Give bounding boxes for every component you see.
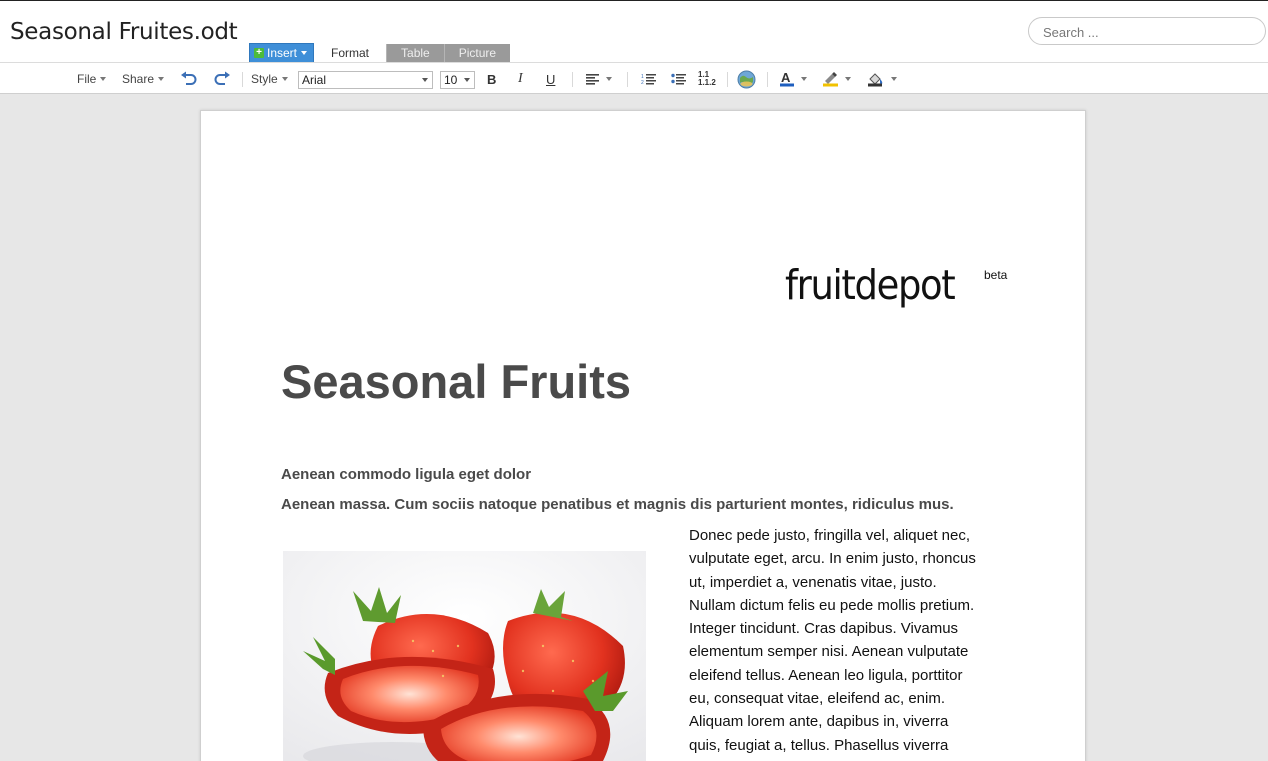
body-line: Integer tincidunt. Cras dapibus. Vivamus	[689, 620, 959, 638]
insert-link-icon	[737, 70, 756, 88]
tab-insert-label: Insert	[267, 45, 298, 60]
style-menu[interactable]: Style	[251, 63, 288, 95]
numbered-list-icon: 1 2	[641, 74, 656, 85]
document-heading: Seasonal Fruits	[281, 355, 631, 408]
chevron-down-icon	[301, 51, 308, 55]
chevron-down-icon	[422, 78, 428, 82]
body-line: Donec pede justo, fringilla vel, aliquet…	[689, 527, 971, 544]
svg-text:2: 2	[641, 80, 644, 85]
redo-button[interactable]	[213, 63, 231, 95]
document-workspace: fruitdepot beta Seasonal Fruits Aenean c…	[0, 94, 1268, 761]
align-menu[interactable]	[586, 63, 612, 95]
background-fill-icon	[868, 73, 883, 87]
align-left-icon	[586, 73, 599, 85]
format-toolbar: File Share Style Arial 10 B I U 1 2 1.1 …	[0, 62, 1268, 94]
body-line: quis, feugiat a, tellus. Phasellus viver…	[689, 736, 949, 754]
strawberries-image[interactable]	[283, 551, 646, 761]
chevron-down-icon	[464, 78, 470, 82]
chevron-down-icon	[801, 77, 807, 81]
plus-icon: +	[254, 48, 264, 58]
outline-numbering-button[interactable]: 1.1 1.1.2	[698, 63, 716, 95]
highlight-color-icon	[823, 72, 838, 87]
tab-table[interactable]: Table	[386, 44, 444, 63]
undo-button[interactable]	[180, 63, 198, 95]
document-page[interactable]: fruitdepot beta Seasonal Fruits Aenean c…	[200, 110, 1086, 761]
ribbon-tabs: + Insert Format Table Picture	[249, 43, 511, 65]
style-menu-label: Style	[251, 72, 278, 86]
subheading-1: Aenean commodo ligula eget dolor	[281, 466, 532, 483]
body-line: elementum semper nisi. Aenean vulputate	[689, 643, 969, 661]
bullet-list-button[interactable]	[671, 63, 686, 95]
share-menu[interactable]: Share	[122, 63, 165, 95]
chevron-down-icon	[158, 77, 165, 81]
tab-picture[interactable]: Picture	[443, 44, 511, 63]
bullet-list-icon	[671, 73, 686, 85]
title-bar: Seasonal Fruites.odt + Insert Format Tab…	[0, 0, 1268, 65]
share-menu-label: Share	[122, 72, 155, 86]
font-color-button[interactable]: A	[779, 63, 807, 95]
font-color-icon: A	[780, 71, 794, 87]
body-line: Nullam dictum felis eu pede mollis preti…	[689, 596, 975, 614]
bold-button[interactable]: B	[487, 63, 496, 95]
company-logo: fruitdepot	[785, 261, 956, 309]
redo-icon	[214, 71, 230, 85]
chevron-down-icon	[606, 77, 612, 81]
insert-link-button[interactable]	[737, 63, 756, 95]
toolbar-divider	[572, 72, 573, 87]
subheading-2: Aenean massa. Cum sociis natoque penatib…	[281, 496, 954, 513]
toolbar-divider	[767, 72, 768, 87]
undo-icon	[181, 71, 197, 85]
chevron-down-icon	[281, 77, 288, 81]
outline-numbering-icon: 1.1 1.1.2	[698, 70, 716, 87]
underline-button[interactable]: U	[546, 63, 555, 95]
toolbar-divider	[727, 72, 728, 87]
font-size-select[interactable]: 10	[440, 71, 475, 89]
strawberries-illustration	[283, 551, 646, 761]
search-input[interactable]	[1043, 23, 1253, 41]
toolbar-divider	[242, 72, 243, 87]
font-family-select[interactable]: Arial	[298, 71, 433, 89]
highlight-color-button[interactable]	[822, 63, 851, 95]
chevron-down-icon	[100, 77, 107, 81]
body-line: eu, consequat vitae, eleifend ac, enim.	[689, 690, 945, 708]
chevron-down-icon	[891, 77, 897, 81]
numbered-list-button[interactable]: 1 2	[641, 63, 656, 95]
document-title[interactable]: Seasonal Fruites.odt	[10, 19, 238, 45]
body-line: vulputate eget, arcu. In enim justo, rho…	[689, 550, 976, 568]
toolbar-divider	[627, 72, 628, 87]
font-size-value: 10	[444, 73, 458, 87]
chevron-down-icon	[845, 77, 851, 81]
italic-button[interactable]: I	[518, 63, 523, 95]
tab-insert[interactable]: + Insert	[249, 43, 315, 63]
body-line: ut, imperdiet a, venenatis vitae, justo.	[689, 573, 937, 591]
file-menu[interactable]: File	[77, 63, 107, 95]
body-line: eleifend tellus. Aenean leo ligula, port…	[689, 666, 963, 684]
body-line: Aliquam lorem ante, dapibus in, viverra	[689, 713, 949, 731]
logo-superscript: beta	[984, 268, 1008, 282]
body-paragraph: Donec pede justo, fringilla vel, aliquet…	[689, 524, 1009, 757]
svg-text:A: A	[781, 71, 791, 85]
file-menu-label: File	[77, 72, 97, 86]
background-fill-button[interactable]	[867, 63, 897, 95]
search-box[interactable]	[1028, 17, 1266, 45]
font-family-value: Arial	[302, 73, 327, 87]
